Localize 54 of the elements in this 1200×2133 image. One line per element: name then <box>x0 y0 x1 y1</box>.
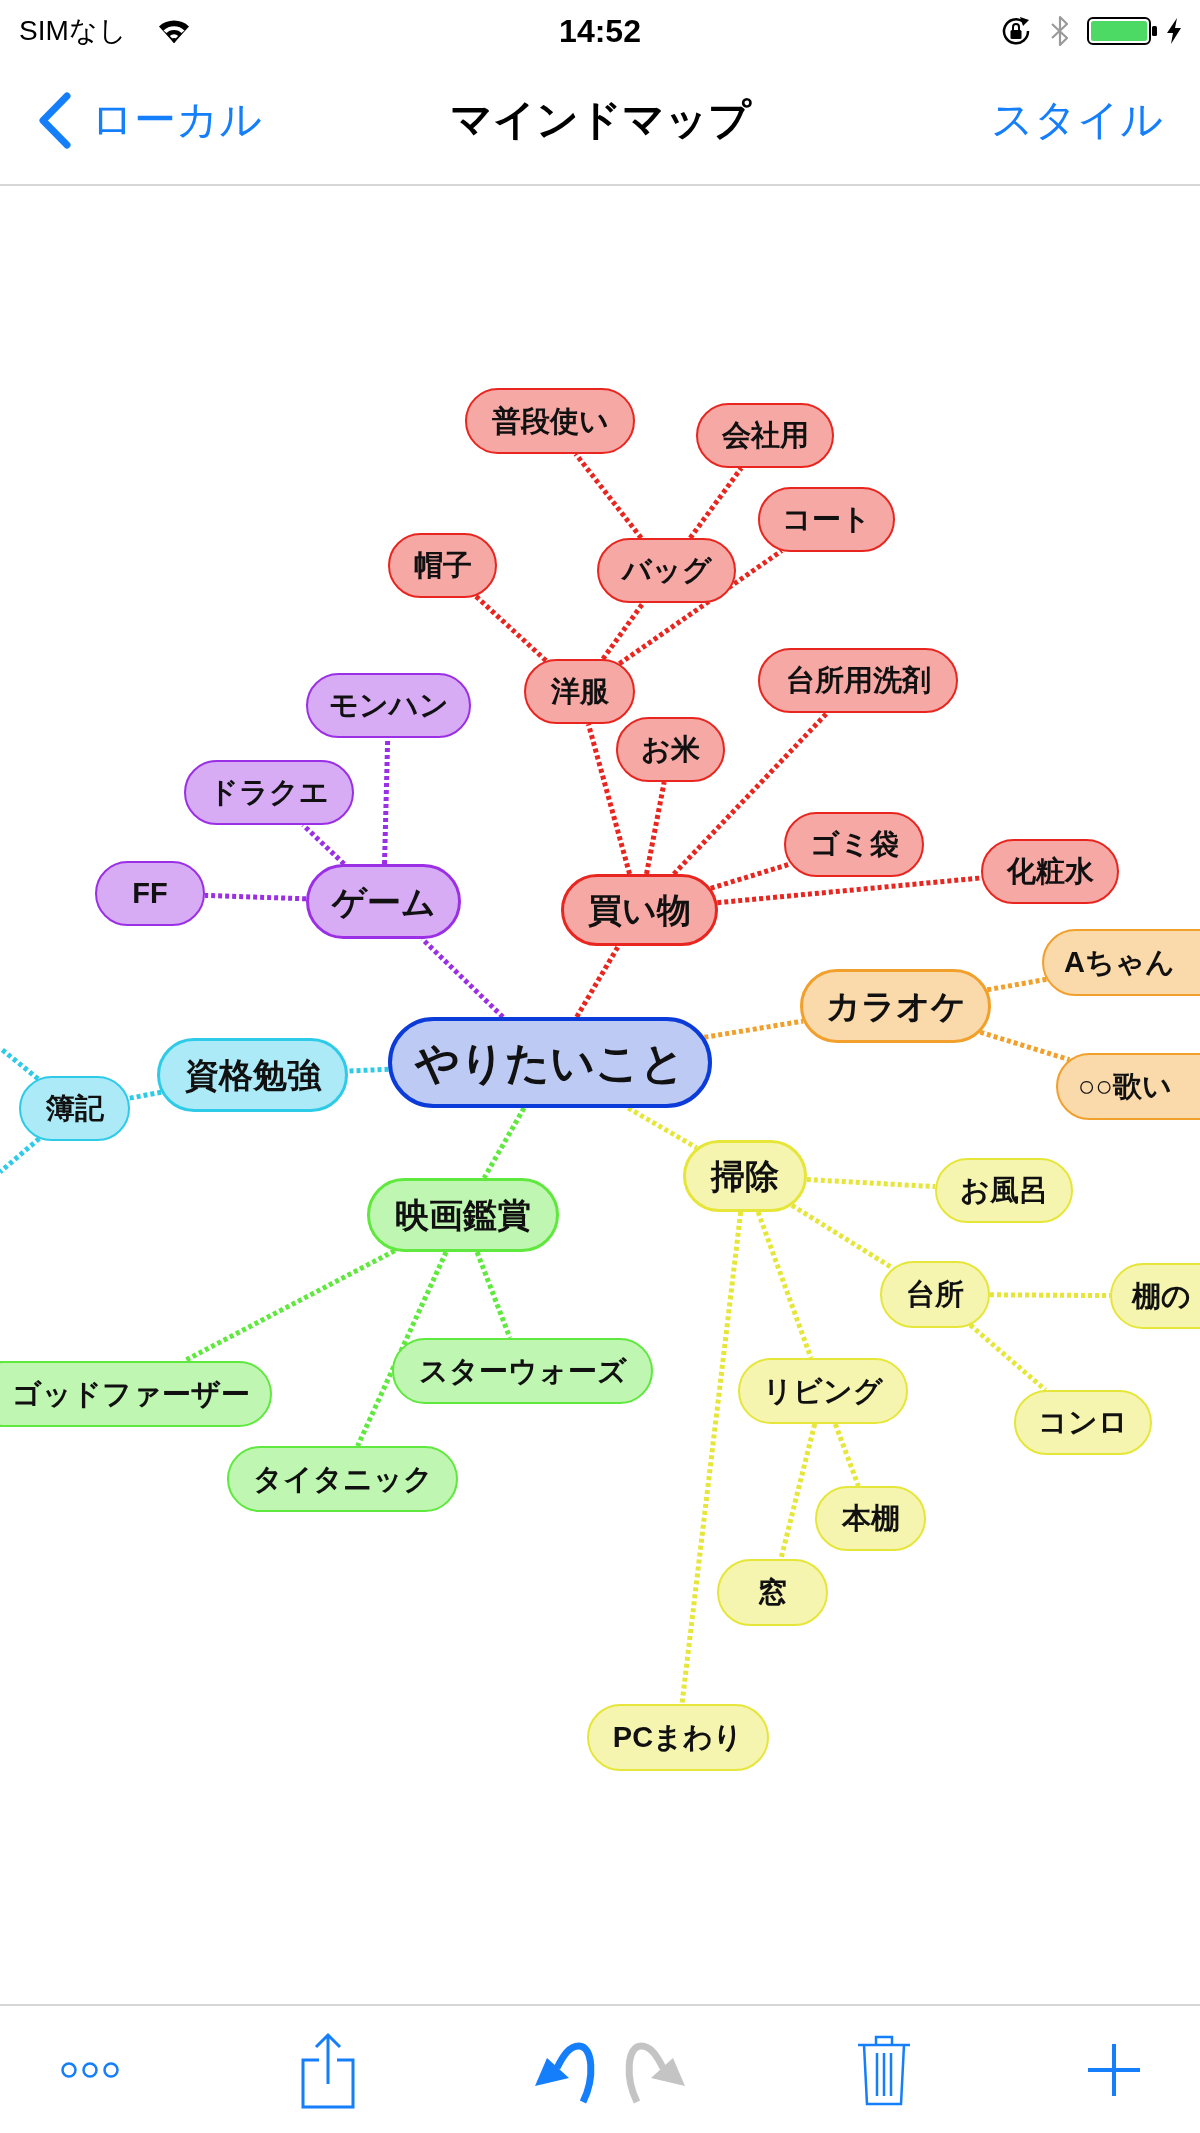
topic-node[interactable]: お米 <box>616 717 725 782</box>
connector-line <box>0 1136 41 1174</box>
topic-node[interactable]: バッグ <box>597 538 736 603</box>
topic-node[interactable]: 簿記 <box>19 1076 130 1141</box>
topic-node[interactable]: 化粧水 <box>981 839 1119 904</box>
wifi-icon <box>156 18 191 44</box>
connector-line <box>127 1089 162 1101</box>
topic-node[interactable]: 帽子 <box>388 533 497 598</box>
carrier-label: SIMなし <box>19 17 127 45</box>
topic-node[interactable]: 洋服 <box>524 659 635 724</box>
connector-line <box>347 1066 389 1074</box>
more-icon <box>60 2060 120 2079</box>
topic-node[interactable]: ゲーム <box>306 864 461 939</box>
topic-node[interactable]: PCまわり <box>587 1704 769 1771</box>
topic-node[interactable]: 会社用 <box>696 403 834 468</box>
bluetooth-icon <box>1049 14 1071 48</box>
topic-node[interactable]: タイタニック <box>227 1446 458 1512</box>
status-time: 14:52 <box>559 15 641 47</box>
topic-node[interactable]: Aちゃん <box>1042 929 1200 996</box>
topic-node[interactable]: FF <box>95 861 205 926</box>
plus-icon <box>1088 2043 1140 2096</box>
topic-node[interactable]: 棚の <box>1110 1263 1200 1329</box>
topic-node[interactable]: 窓 <box>717 1559 828 1626</box>
topic-node[interactable]: 台所用洗剤 <box>758 648 958 713</box>
topic-node[interactable]: 掃除 <box>683 1140 807 1212</box>
connector-line <box>301 823 346 866</box>
central-topic-node[interactable]: やりたいこと <box>388 1017 712 1108</box>
topic-node[interactable]: ドラクエ <box>184 760 354 825</box>
topic-node[interactable]: スターウォーズ <box>392 1338 653 1404</box>
topic-node[interactable]: カラオケ <box>800 969 991 1043</box>
topic-node[interactable]: コンロ <box>1014 1390 1152 1455</box>
topic-node[interactable]: お風呂 <box>935 1158 1073 1223</box>
connector-line <box>986 976 1047 993</box>
topic-node[interactable]: 資格勉強 <box>157 1038 348 1112</box>
topic-node[interactable]: ゴミ袋 <box>784 812 924 877</box>
topic-node[interactable]: リビング <box>738 1358 908 1424</box>
back-chevron-icon <box>37 91 71 149</box>
style-button[interactable]: スタイル <box>991 99 1163 141</box>
topic-node[interactable]: 映画鑑賞 <box>367 1178 559 1252</box>
topic-node[interactable]: ○○歌い <box>1056 1053 1200 1120</box>
topic-node[interactable]: 台所 <box>880 1261 990 1328</box>
battery-icon <box>1087 17 1159 45</box>
connector-line <box>626 1105 698 1150</box>
topic-node[interactable]: 本棚 <box>815 1486 926 1551</box>
back-button[interactable]: ローカル <box>37 91 262 149</box>
connector-line <box>0 1046 40 1081</box>
screen-title: マインドマップ <box>449 99 751 141</box>
topic-node[interactable]: 普段使い <box>465 388 635 454</box>
topic-node[interactable]: モンハン <box>306 673 471 738</box>
topic-node[interactable]: ゴッドファーザー <box>0 1361 272 1427</box>
connector-line <box>832 1423 861 1487</box>
topic-node[interactable]: コート <box>758 487 895 552</box>
charging-bolt-icon <box>1167 18 1181 44</box>
topic-node[interactable]: 買い物 <box>561 874 718 946</box>
